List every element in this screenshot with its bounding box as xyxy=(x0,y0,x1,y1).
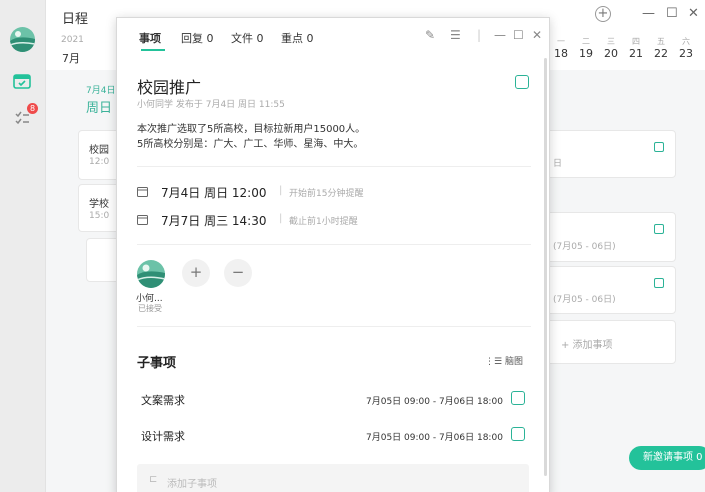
app-title: 日程 xyxy=(62,12,89,27)
minimize-icon[interactable]: — xyxy=(642,6,655,21)
day-cell[interactable]: 19 xyxy=(576,47,596,60)
user-avatar[interactable] xyxy=(10,27,35,52)
event-card-range: (7月05 - 06日) xyxy=(553,242,616,252)
subtasks-heading: 子事项 xyxy=(137,356,177,371)
weekday-label: 一 xyxy=(557,37,565,46)
event-complete-checkbox[interactable] xyxy=(515,75,529,89)
tree-view-button[interactable]: ⋮☰ 脑图 xyxy=(485,354,523,367)
description-line: 5所高校分别是：广大、广工、华师、星海、中大。 xyxy=(137,139,364,150)
dialog-tabs: 事项 回复 0 文件 0 重点 0 ✎ ☰ | — ☐ ✕ xyxy=(117,18,549,54)
tab-highlights[interactable]: 重点 0 xyxy=(281,30,314,46)
add-subtask-button[interactable]: ⊏ 添加子事项 xyxy=(137,464,529,492)
start-reminder: 开始前15分钟提醒 xyxy=(289,189,364,199)
weekday-label: 四 xyxy=(632,37,640,46)
calendar-icon xyxy=(137,187,148,197)
notification-badge: 8 xyxy=(27,103,38,114)
event-card[interactable]: (7月05 - 06日) xyxy=(544,212,676,262)
remove-participant-button[interactable]: − xyxy=(224,259,252,287)
event-detail-dialog: 事项 回复 0 文件 0 重点 0 ✎ ☰ | — ☐ ✕ 校园推广 小何同学 … xyxy=(116,17,550,492)
day-cell[interactable]: 21 xyxy=(626,47,646,60)
event-checkbox[interactable] xyxy=(654,142,664,152)
day-cell[interactable]: 23 xyxy=(676,47,696,60)
new-invitations-button[interactable]: 新邀请事项 0 xyxy=(629,446,705,470)
scrollbar[interactable] xyxy=(544,58,547,476)
subtask-row[interactable]: 文案需求 7月05日 09:00 - 7月06日 18:00 xyxy=(141,390,531,410)
calendar-year: 2021 xyxy=(61,35,84,45)
event-card-title: 学校 xyxy=(89,199,109,210)
event-card[interactable]: 日 xyxy=(544,130,676,178)
description-line: 本次推广选取了5所高校，目标拉新用户15000人。 xyxy=(137,124,366,135)
minimize-icon[interactable]: — xyxy=(494,28,506,42)
date-label: 7月4日 xyxy=(86,86,116,96)
subtask-row[interactable]: 设计需求 7月05日 09:00 - 7月06日 18:00 xyxy=(141,426,531,446)
subtask-name: 设计需求 xyxy=(141,430,185,443)
add-subtask-icon: ⊏ xyxy=(149,474,158,485)
event-card-time: 15:0 xyxy=(89,211,110,221)
participant-avatar[interactable] xyxy=(137,260,165,288)
divider xyxy=(137,244,531,245)
event-checkbox[interactable] xyxy=(654,278,664,288)
event-title: 校园推广 xyxy=(137,78,202,97)
close-icon[interactable]: ✕ xyxy=(688,6,699,21)
tab-replies[interactable]: 回复 0 xyxy=(181,30,214,46)
end-time: 7月7日 周三 14:30 xyxy=(161,214,267,228)
separator: | xyxy=(279,185,283,196)
event-card-range: (7月05 - 06日) xyxy=(553,295,616,305)
close-icon[interactable]: ✕ xyxy=(532,28,542,42)
day-cell[interactable]: 22 xyxy=(651,47,671,60)
active-tab-indicator xyxy=(141,49,165,51)
add-item-card[interactable]: + 添加事项 xyxy=(544,320,676,364)
event-card-text: 日 xyxy=(553,159,563,169)
event-checkbox[interactable] xyxy=(654,224,664,234)
day-cell[interactable]: 18 xyxy=(551,47,571,60)
subtask-name: 文案需求 xyxy=(141,394,185,407)
add-button[interactable]: + xyxy=(595,6,611,22)
calendar-icon xyxy=(137,215,148,225)
maximize-icon[interactable]: ☐ xyxy=(666,6,678,21)
divider xyxy=(137,166,531,167)
tab-details[interactable]: 事项 xyxy=(139,30,161,46)
add-item-label: + 添加事项 xyxy=(561,340,613,351)
divider xyxy=(137,326,531,327)
calendar-icon[interactable] xyxy=(13,73,31,89)
separator: | xyxy=(279,213,283,224)
maximize-icon[interactable]: ☐ xyxy=(513,28,524,42)
event-card-title: 校园 xyxy=(89,145,109,156)
event-description: 本次推广选取了5所高校，目标拉新用户15000人。 5所高校分别是：广大、广工、… xyxy=(137,122,365,152)
left-rail: 8 xyxy=(0,0,46,492)
subtask-checkbox[interactable] xyxy=(511,391,525,405)
event-card[interactable]: (7月05 - 06日) xyxy=(544,266,676,314)
tree-icon: ⋮☰ xyxy=(485,357,505,367)
menu-icon[interactable]: ☰ xyxy=(450,28,461,42)
tab-files[interactable]: 文件 0 xyxy=(231,30,264,46)
weekday-heading: 周日 xyxy=(86,101,113,116)
end-reminder: 截止前1小时提醒 xyxy=(289,217,358,227)
subtask-range: 7月05日 09:00 - 7月06日 18:00 xyxy=(366,433,503,443)
start-time: 7月4日 周日 12:00 xyxy=(161,186,267,200)
event-card-time: 12:0 xyxy=(89,157,110,167)
participant-status: 已接受 xyxy=(138,304,162,313)
weekday-label: 三 xyxy=(607,37,615,46)
edit-icon[interactable]: ✎ xyxy=(425,28,435,42)
event-meta: 小何同学 发布于 7月4日 周日 11:55 xyxy=(137,100,285,110)
day-cell[interactable]: 20 xyxy=(601,47,621,60)
subtask-range: 7月05日 09:00 - 7月06日 18:00 xyxy=(366,397,503,407)
subtask-checkbox[interactable] xyxy=(511,427,525,441)
add-participant-button[interactable]: + xyxy=(182,259,210,287)
weekday-label: 五 xyxy=(657,37,665,46)
tree-view-label: 脑图 xyxy=(504,357,523,367)
calendar-month[interactable]: 7月 xyxy=(62,50,80,66)
weekday-label: 二 xyxy=(582,37,590,46)
weekday-label: 六 xyxy=(682,37,690,46)
toolbar-divider: | xyxy=(477,28,482,42)
add-subtask-label: 添加子事项 xyxy=(167,479,217,490)
